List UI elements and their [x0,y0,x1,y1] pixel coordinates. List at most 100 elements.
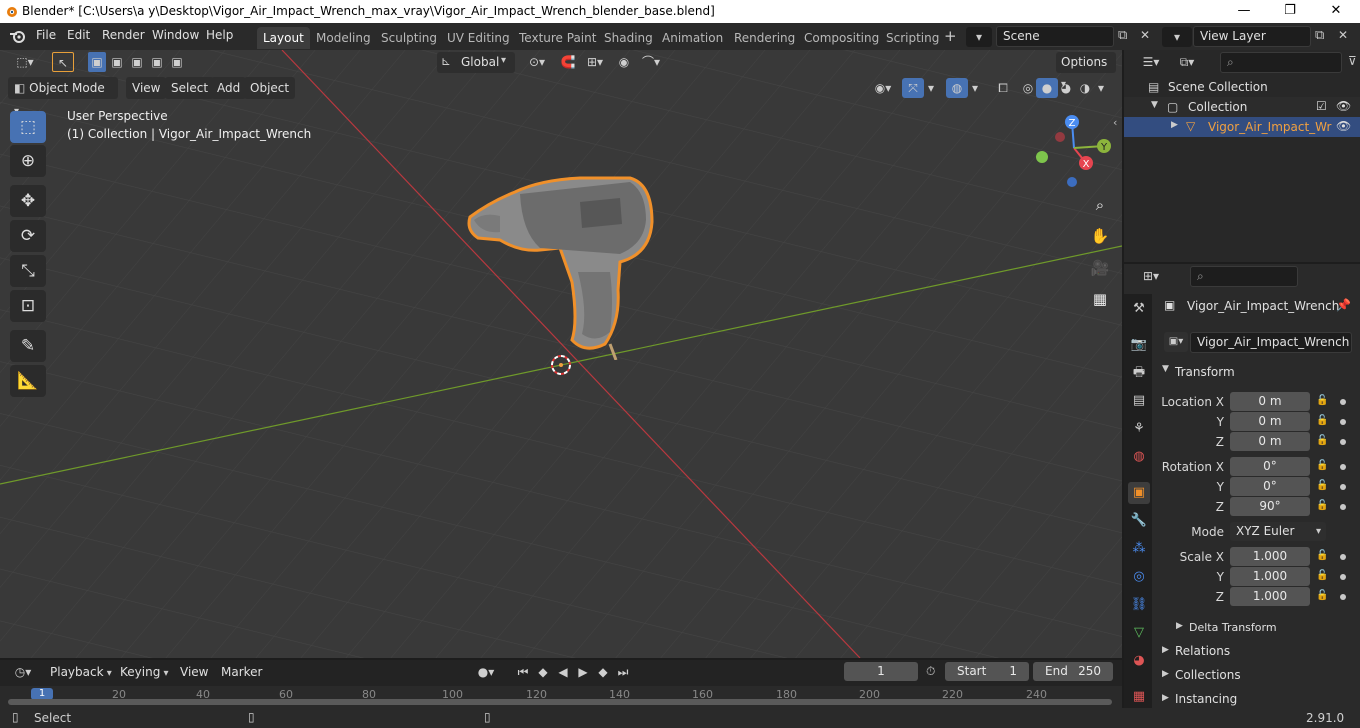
menu-marker[interactable]: Marker [221,665,262,679]
outliner-row-collection[interactable]: ▼ ▢ Collection ☑ 👁 [1124,97,1360,117]
exclude-checkbox-icon[interactable]: ☑ [1316,99,1327,113]
keyframe-dot-icon[interactable] [1340,554,1346,560]
tab-modeling[interactable]: Modeling [310,27,377,49]
keyframe-dot-icon[interactable] [1340,484,1346,490]
jump-keyframe-back-icon[interactable]: ◆ [532,662,554,682]
select-invert-icon[interactable]: ▣ [148,52,166,72]
tab-texture-paint[interactable]: Texture Paint [513,27,602,49]
overlays-toggle-icon[interactable]: ◍ [946,78,968,98]
select-new-icon[interactable]: ▣ [88,52,106,72]
outliner-search-input[interactable]: ⌕ [1220,52,1342,73]
physics-tab-icon[interactable]: ◎ [1128,566,1150,588]
menu-window[interactable]: Window [152,28,199,42]
view-layer-field[interactable]: View Layer [1193,26,1311,47]
material-tab-icon[interactable]: ◕ [1128,650,1150,672]
delta-transform-header[interactable]: Delta Transform [1189,621,1277,634]
location-y-field[interactable]: 0 m [1230,412,1310,431]
rotation-y-field[interactable]: 0° [1230,477,1310,496]
snap-target-icon[interactable]: ⊞▾ [580,52,610,72]
sidebar-toggle-icon[interactable]: ‹ [1113,116,1117,129]
rotation-z-field[interactable]: 90° [1230,497,1310,516]
orientation-dropdown[interactable]: ⊾ Global ▾ [437,52,515,73]
3d-viewport[interactable]: ⬚▾ ↖ ▣ ▣ ▣ ▣ ▣ ⊾ Global ▾ ⊙▾ 🧲 ⊞▾ ◉ ⌒▾ O… [0,50,1122,658]
editor-type-icon[interactable]: ⬚▾ [10,52,40,72]
chevron-down-icon[interactable]: ▾ [968,78,982,98]
menu-file[interactable]: File [36,28,56,42]
proportional-falloff-icon[interactable]: ⌒▾ [636,52,666,72]
timeline-editor-type-icon[interactable]: ◷▾ [8,662,38,682]
eye-icon[interactable]: 👁 [1336,99,1351,113]
current-frame-field[interactable]: 1 [844,662,918,681]
tab-compositing[interactable]: Compositing [798,27,885,49]
lock-icon[interactable]: 🔓 [1316,590,1328,602]
scale-y-field[interactable]: 1.000 [1230,567,1310,586]
collections-header[interactable]: Collections [1175,668,1241,682]
menu-view[interactable]: View [126,77,167,99]
object-tab-icon[interactable]: ▣ [1128,482,1150,504]
navigation-gizmo[interactable]: Z X Y [1030,112,1122,190]
jump-keyframe-forward-icon[interactable]: ◆ [592,662,614,682]
expand-arrow-icon[interactable]: ▶ [1162,645,1169,655]
zoom-icon[interactable]: ⌕ [1087,192,1113,218]
keyframe-dot-icon[interactable] [1340,504,1346,510]
tab-shading[interactable]: Shading [598,27,659,49]
lock-icon[interactable]: 🔓 [1316,415,1328,427]
menu-keying[interactable]: Keying ▾ [120,665,169,679]
properties-search-input[interactable]: ⌕ [1190,266,1298,287]
move-tool[interactable]: ✥ [10,185,46,217]
tab-animation[interactable]: Animation [656,27,729,49]
timeline-ruler[interactable]: 1 20 40 60 80 100 120 140 160 180 200 22… [0,686,1122,708]
lock-icon[interactable]: 🔓 [1316,550,1328,562]
camera-view-icon[interactable]: 🎥 [1087,255,1113,281]
render-tab-icon[interactable]: 📷 [1128,334,1150,356]
outliner-row-scene-collection[interactable]: ▤ Scene Collection [1124,77,1360,97]
timeline-scrollbar[interactable] [8,699,1112,705]
menu-object[interactable]: Object [244,77,296,99]
auto-keying-icon[interactable]: ●▾ [468,662,504,682]
tab-scripting[interactable]: Scripting [880,27,945,49]
lock-icon[interactable]: 🔓 [1316,435,1328,447]
outliner-row-object[interactable]: ▶ ▽ Vigor_Air_Impact_Wr 👁 [1124,117,1360,137]
mode-dropdown[interactable]: ◧ Object Mode ▾ [8,77,118,117]
relations-header[interactable]: Relations [1175,644,1230,658]
expand-arrow-icon[interactable]: ▼ [1151,100,1158,110]
keyframe-dot-icon[interactable] [1340,439,1346,445]
data-tab-icon[interactable]: ▽ [1128,622,1150,644]
scene-tab-icon[interactable]: ⚘ [1128,418,1150,440]
menu-playback[interactable]: Playback ▾ [50,665,112,679]
expand-arrow-icon[interactable]: ▶ [1162,669,1169,679]
transform-header[interactable]: Transform [1175,365,1235,379]
impact-wrench-model[interactable] [460,172,665,360]
annotate-tool[interactable]: ✎ [10,330,46,362]
rendered-shading-icon[interactable]: ◑ [1074,78,1096,98]
location-x-field[interactable]: 0 m [1230,392,1310,411]
display-mode-icon[interactable]: ⧉▾ [1172,52,1202,72]
view-layer-browse-icon[interactable]: ▾ [1162,27,1192,47]
instancing-header[interactable]: Instancing [1175,692,1237,706]
keyframe-dot-icon[interactable] [1340,464,1346,470]
view-layer-tab-icon[interactable]: ▤ [1128,390,1150,412]
jump-end-icon[interactable]: ⏭ [612,662,634,682]
location-z-field[interactable]: 0 m [1230,432,1310,451]
rotate-tool[interactable]: ⟳ [10,220,46,252]
snap-toggle-icon[interactable]: 🧲 [558,52,578,72]
eye-icon[interactable]: 👁 [1336,119,1351,133]
minimize-button[interactable]: — [1221,0,1267,23]
blender-menu-icon[interactable] [9,29,27,43]
menu-help[interactable]: Help [206,28,233,42]
play-icon[interactable]: ▶ [572,662,594,682]
tab-layout[interactable]: Layout [257,27,310,49]
tab-uv-editing[interactable]: UV Editing [441,27,516,49]
constraints-tab-icon[interactable]: ⛓ [1128,594,1150,616]
add-workspace-icon[interactable]: + [944,27,957,45]
stopwatch-icon[interactable]: ⏱ [926,664,935,679]
lock-icon[interactable]: 🔓 [1316,480,1328,492]
play-reverse-icon[interactable]: ◀ [552,662,574,682]
close-button[interactable]: ✕ [1313,0,1359,23]
rotation-x-field[interactable]: 0° [1230,457,1310,476]
lock-icon[interactable]: 🔓 [1316,570,1328,582]
scene-field[interactable]: Scene [996,26,1114,47]
scale-tool[interactable]: ⤡ [10,255,46,287]
outliner-editor-type-icon[interactable]: ☰▾ [1136,52,1166,72]
menu-select[interactable]: Select [165,77,215,99]
